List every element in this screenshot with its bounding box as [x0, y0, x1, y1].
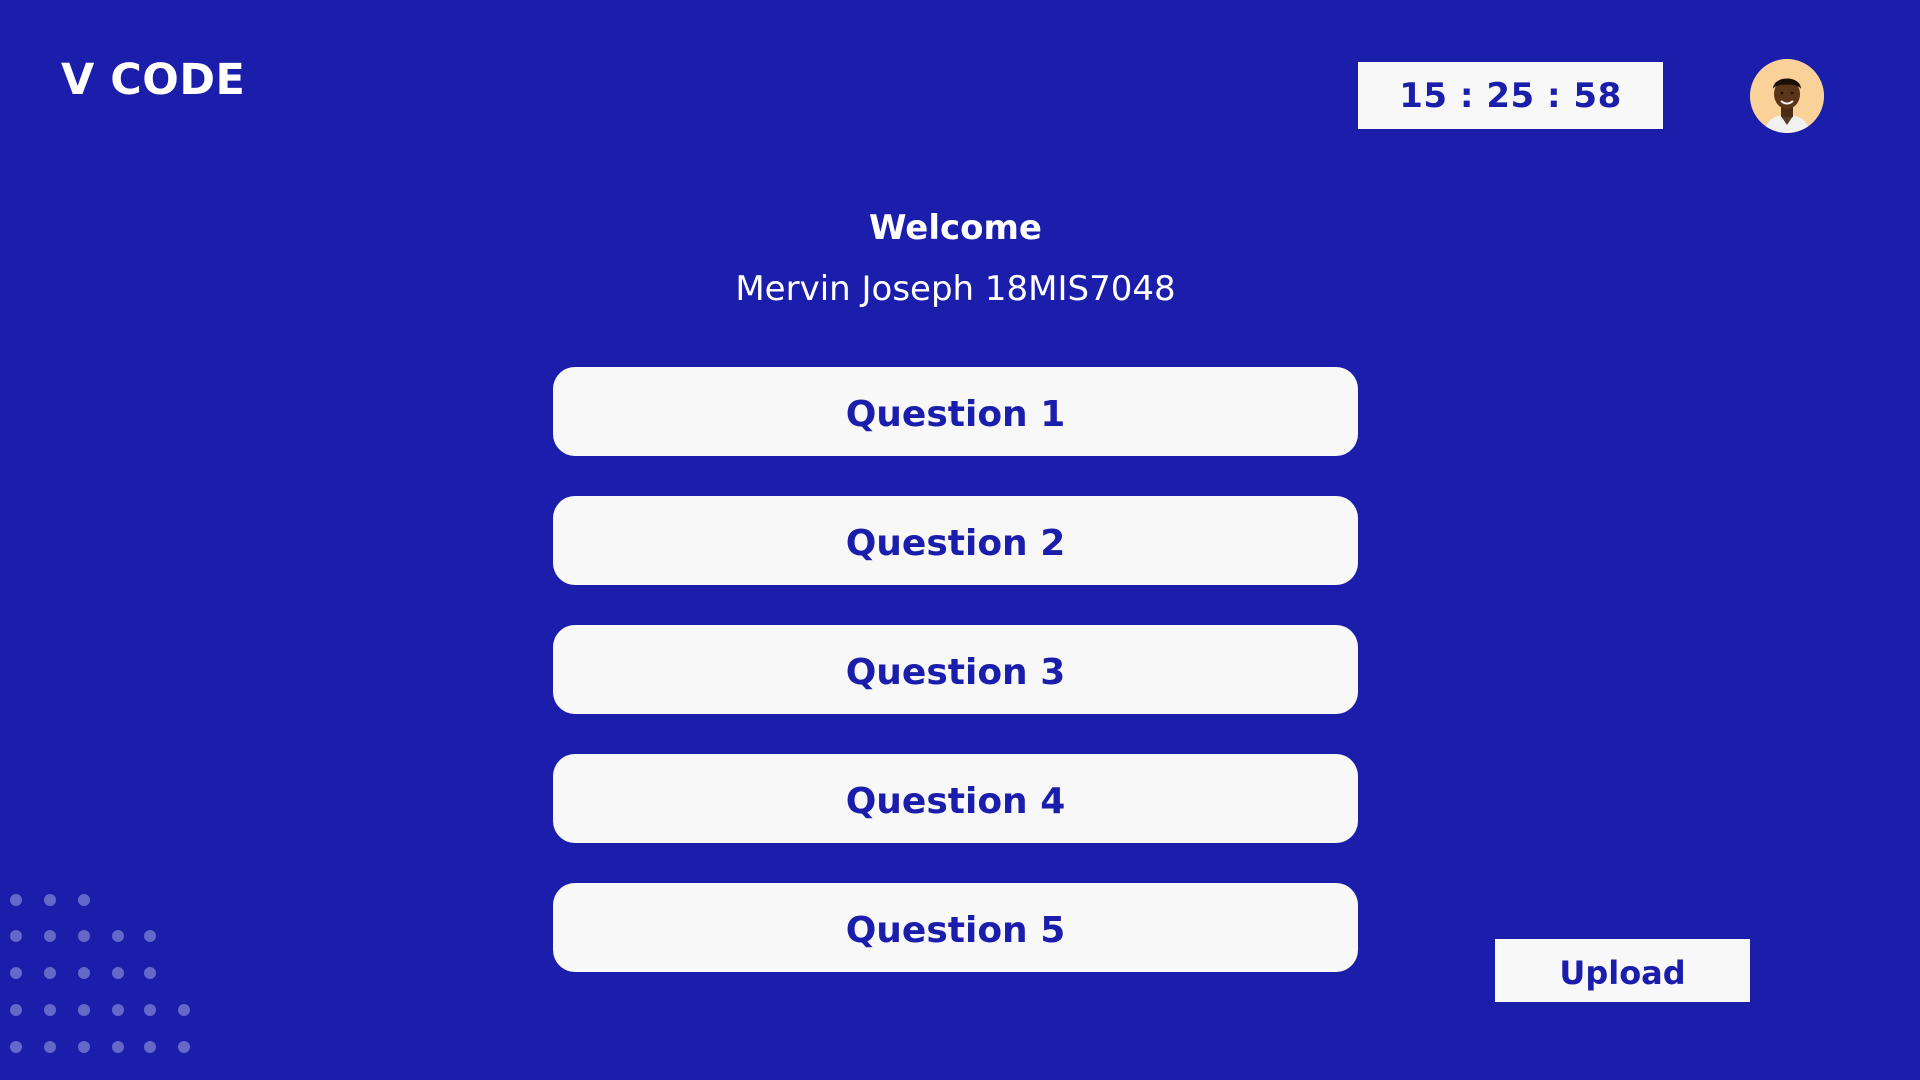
- question-3-button[interactable]: Question 3: [553, 625, 1358, 714]
- question-1-button[interactable]: Question 1: [553, 367, 1358, 456]
- welcome-section: Welcome Mervin Joseph 18MIS7048: [0, 200, 1911, 320]
- avatar-portrait-icon: [1750, 59, 1824, 133]
- welcome-title: Welcome: [868, 208, 1042, 248]
- welcome-user-name: Mervin Joseph 18MIS7048: [735, 269, 1176, 309]
- countdown-timer: 15 : 25 : 58: [1358, 62, 1663, 129]
- question-2-button[interactable]: Question 2: [553, 496, 1358, 585]
- dot-grid-icon: [10, 894, 190, 1053]
- upload-button[interactable]: Upload: [1495, 939, 1750, 1002]
- question-5-button[interactable]: Question 5: [553, 883, 1358, 972]
- question-4-button[interactable]: Question 4: [553, 754, 1358, 843]
- decorative-dot-pattern: [0, 890, 190, 1080]
- app-logo: V CODE: [61, 55, 246, 105]
- user-avatar-icon[interactable]: [1750, 59, 1824, 133]
